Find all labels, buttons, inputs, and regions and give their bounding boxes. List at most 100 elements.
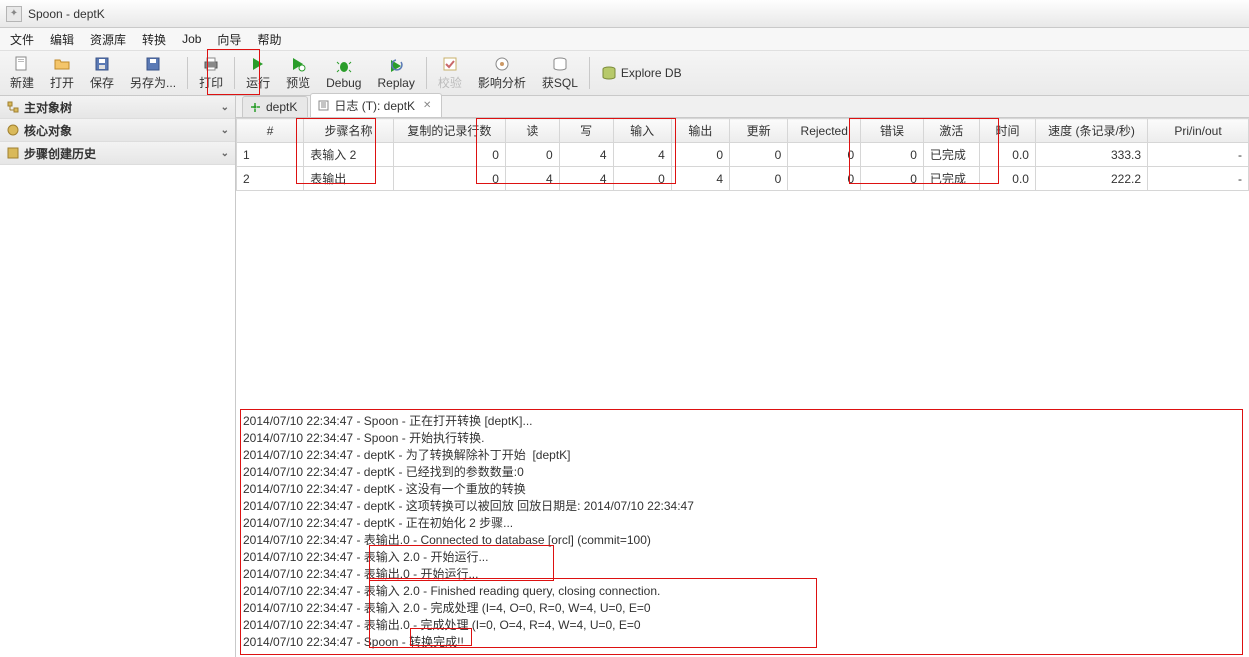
sql-icon: [551, 55, 569, 73]
folder-open-icon: [53, 55, 71, 73]
tab-deptk[interactable]: deptK: [242, 96, 308, 117]
getsql-label: 获SQL: [542, 74, 578, 91]
explore-db-label: Explore DB: [621, 66, 682, 80]
main-area: 主对象树 ⌄ 核心对象 ⌄ 步骤创建历史 ⌄: [0, 96, 1249, 657]
col-update[interactable]: 更新: [730, 119, 788, 143]
menu-transform[interactable]: 转换: [134, 29, 174, 50]
menu-repository[interactable]: 资源库: [82, 29, 134, 50]
tab-log[interactable]: 日志 (T): deptK ✕: [310, 93, 442, 117]
open-button[interactable]: 打开: [42, 52, 82, 94]
table-cell: 0: [861, 167, 924, 191]
col-copy[interactable]: 复制的记录行数: [393, 119, 505, 143]
transform-icon: [249, 101, 261, 113]
sidebar-label-history: 步骤创建历史: [24, 145, 96, 162]
table-cell: 2: [237, 167, 304, 191]
impact-icon: [493, 55, 511, 73]
tab-close-icon[interactable]: ✕: [423, 100, 431, 111]
getsql-button[interactable]: 获SQL: [534, 52, 586, 94]
log-line: 2014/07/10 22:34:47 - Spoon - 转换完成!!: [243, 634, 1240, 651]
col-time[interactable]: 时间: [979, 119, 1035, 143]
preview-button[interactable]: 预览: [278, 52, 318, 94]
log-line: 2014/07/10 22:34:47 - deptK - 已经找到的参数数量:…: [243, 464, 1240, 481]
col-input[interactable]: 输入: [613, 119, 671, 143]
sidebar: 主对象树 ⌄ 核心对象 ⌄ 步骤创建历史 ⌄: [0, 96, 236, 657]
replay-button[interactable]: Replay: [369, 52, 422, 94]
impact-button[interactable]: 影响分析: [470, 52, 534, 94]
table-row[interactable]: 2表输出04404000已完成0.0222.2-: [237, 167, 1249, 191]
play-dot-icon: [289, 55, 307, 73]
menu-edit[interactable]: 编辑: [42, 29, 82, 50]
sidebar-panel-history[interactable]: 步骤创建历史 ⌄: [0, 142, 235, 165]
verify-label: 校验: [438, 74, 462, 91]
explore-db-button[interactable]: Explore DB: [593, 52, 690, 94]
table-cell: 0: [393, 143, 505, 167]
col-read[interactable]: 读: [505, 119, 559, 143]
saveas-label: 另存为...: [130, 74, 176, 91]
table-cell: 0: [730, 143, 788, 167]
chevron-down-icon: ⌄: [221, 125, 229, 136]
table-cell: 表输入 2: [304, 143, 394, 167]
toolbar-separator: [589, 57, 590, 89]
run-button[interactable]: 运行: [238, 52, 278, 94]
verify-button[interactable]: 校验: [430, 52, 470, 94]
log-line: 2014/07/10 22:34:47 - 表输出.0 - 开始运行...: [243, 566, 1240, 583]
table-row[interactable]: 1表输入 200440000已完成0.0333.3-: [237, 143, 1249, 167]
table-cell: 0: [788, 143, 861, 167]
col-rejected[interactable]: Rejected: [788, 119, 861, 143]
col-active[interactable]: 激活: [923, 119, 979, 143]
table-cell: 0: [393, 167, 505, 191]
log-line: 2014/07/10 22:34:47 - 表输出.0 - Connected …: [243, 532, 1240, 549]
chevron-down-icon: ⌄: [221, 102, 229, 113]
content-area: deptK 日志 (T): deptK ✕ # 步骤名称: [236, 96, 1249, 657]
col-speed[interactable]: 速度 (条记录/秒): [1035, 119, 1147, 143]
sidebar-label-core: 核心对象: [24, 122, 72, 139]
table-cell: 4: [613, 143, 671, 167]
floppy-icon: [93, 55, 111, 73]
title-bar: ✦ Spoon - deptK: [0, 0, 1249, 28]
print-button[interactable]: 打印: [191, 52, 231, 94]
table-cell: 0: [730, 167, 788, 191]
log-panel[interactable]: 2014/07/10 22:34:47 - Spoon - 正在打开转换 [de…: [240, 409, 1243, 655]
col-index[interactable]: #: [237, 119, 304, 143]
col-write[interactable]: 写: [559, 119, 613, 143]
step-metrics-grid: # 步骤名称 复制的记录行数 读 写 输入 输出 更新 Rejected 错误 …: [236, 118, 1249, 191]
table-cell: -: [1148, 143, 1249, 167]
database-icon: [601, 65, 617, 81]
col-output[interactable]: 输出: [671, 119, 729, 143]
table-cell: 表输出: [304, 167, 394, 191]
col-stepname[interactable]: 步骤名称: [304, 119, 394, 143]
tree-icon: [6, 100, 20, 114]
menu-wizard[interactable]: 向导: [209, 29, 249, 50]
replay-label: Replay: [377, 76, 414, 90]
core-icon: [6, 123, 20, 137]
col-pio[interactable]: Pri/in/out: [1148, 119, 1249, 143]
menu-job[interactable]: Job: [174, 30, 209, 48]
impact-label: 影响分析: [478, 74, 526, 91]
replay-icon: [387, 57, 405, 75]
sidebar-panel-objecttree[interactable]: 主对象树 ⌄: [0, 96, 235, 119]
history-icon: [6, 146, 20, 160]
log-icon: [317, 100, 329, 112]
printer-icon: [202, 55, 220, 73]
floppy-arrow-icon: [144, 55, 162, 73]
tab-label-deptk: deptK: [266, 100, 297, 114]
new-button[interactable]: 新建: [2, 52, 42, 94]
log-line: 2014/07/10 22:34:47 - deptK - 正在初始化 2 步骤…: [243, 515, 1240, 532]
save-button[interactable]: 保存: [82, 52, 122, 94]
log-line: 2014/07/10 22:34:47 - deptK - 这没有一个重放的转换: [243, 481, 1240, 498]
log-line: 2014/07/10 22:34:47 - deptK - 这项转换可以被回放 …: [243, 498, 1240, 515]
toolbar-separator: [234, 57, 235, 89]
toolbar-separator: [426, 57, 427, 89]
table-cell: 已完成: [923, 143, 979, 167]
menu-help[interactable]: 帮助: [249, 29, 289, 50]
debug-button[interactable]: Debug: [318, 52, 369, 94]
log-line: 2014/07/10 22:34:47 - Spoon - 正在打开转换 [de…: [243, 413, 1240, 430]
sidebar-panel-core[interactable]: 核心对象 ⌄: [0, 119, 235, 142]
col-error[interactable]: 错误: [861, 119, 924, 143]
log-line: 2014/07/10 22:34:47 - 表输入 2.0 - 开始运行...: [243, 549, 1240, 566]
editor-tabs: deptK 日志 (T): deptK ✕: [236, 96, 1249, 118]
toolbar: 新建 打开 保存 另存为... 打印 运行 预览 Debug Replay 校验: [0, 50, 1249, 96]
saveas-button[interactable]: 另存为...: [122, 52, 184, 94]
menu-file[interactable]: 文件: [2, 29, 42, 50]
sidebar-label-objecttree: 主对象树: [24, 99, 72, 116]
